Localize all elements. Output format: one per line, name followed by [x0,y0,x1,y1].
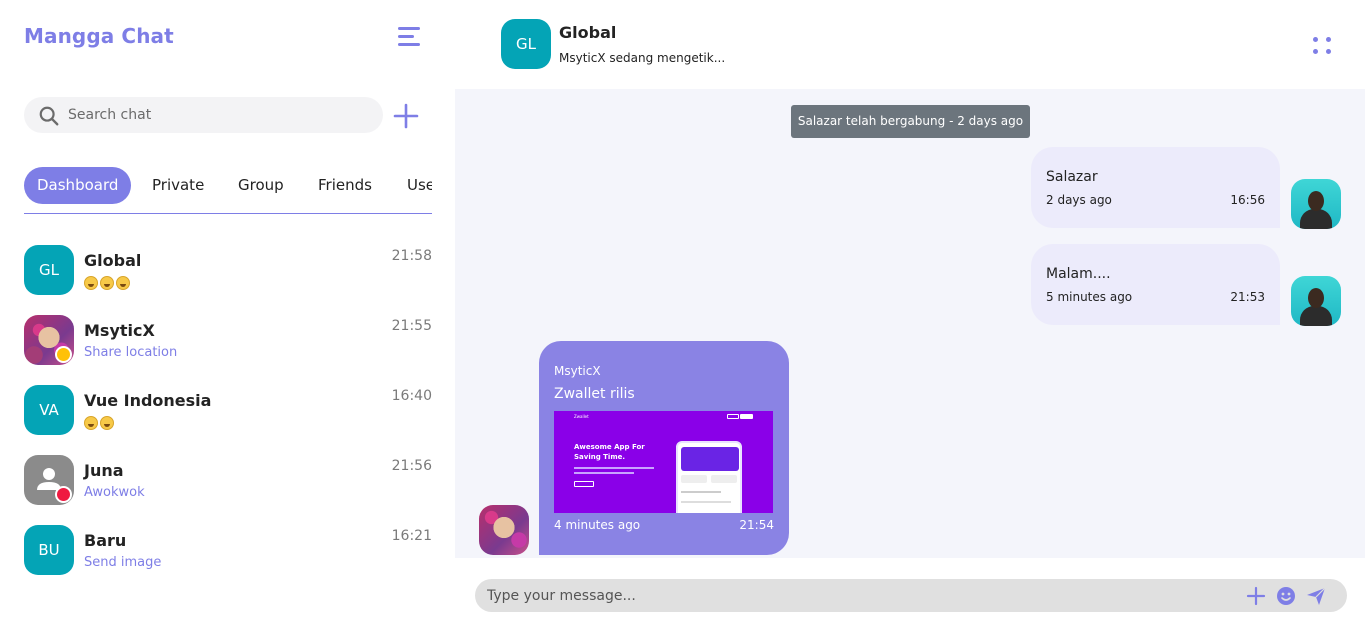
chat-name: Baru [84,531,127,550]
message-area[interactable]: Salazar telah bergabung - 2 days ago Sal… [455,89,1365,558]
avatar: VA [24,385,74,435]
chat-header: GL Global MsyticX sedang mengetik... [455,0,1365,89]
tab-group[interactable]: Group [238,167,284,204]
system-message: Salazar telah bergabung - 2 days ago [791,105,1030,138]
message-time: 16:56 [1230,193,1265,207]
chat-name: MsyticX [84,321,155,340]
chat-preview: Awokwok [84,485,145,500]
send-icon[interactable] [1305,585,1327,607]
chat-title: Global [559,23,617,42]
chat-item-vue-indonesia[interactable]: VA Vue Indonesia 16:40 [24,385,432,437]
tab-private[interactable]: Private [152,167,204,204]
chat-panel: GL Global MsyticX sedang mengetik... Sal… [455,0,1365,632]
message-image[interactable]: Zwallet Awesome App For Saving Time. [554,411,773,513]
message-text: Malam.... [1046,266,1111,282]
message-ago: 4 minutes ago [554,518,641,532]
chat-preview: Send image [84,555,162,570]
chat-time: 21:55 [391,318,432,334]
grin-emoji-icon [84,275,98,290]
chat-preview [84,415,116,430]
grin-emoji-icon [100,415,114,430]
message-bubble-outgoing[interactable]: Salazar 2 days ago 16:56 [1031,147,1280,228]
chat-time: 21:56 [391,458,432,474]
typing-status: MsyticX sedang mengetik... [559,51,726,65]
search-input[interactable] [68,97,368,133]
status-dot [55,346,72,363]
chat-item-baru[interactable]: BU Baru Send image 16:21 [24,525,432,577]
menu-icon[interactable] [398,25,424,49]
image-headline: Awesome App For [574,443,645,451]
emoji-icon[interactable] [1275,585,1297,607]
plus-icon[interactable] [1245,585,1267,607]
chat-name: Global [84,251,142,270]
message-text: Zwallet rilis [554,386,635,402]
message-bubble-incoming[interactable]: MsyticX Zwallet rilis Zwallet Awesome Ap… [539,341,789,555]
chat-preview: Share location [84,345,178,360]
tab-users[interactable]: Users [407,167,432,204]
image-brand: Zwallet [574,414,589,419]
chat-name: Juna [84,461,124,480]
chat-time: 16:40 [391,388,432,404]
avatar: BU [24,525,74,575]
grin-emoji-icon [84,415,98,430]
message-time: 21:53 [1230,290,1265,304]
search-bar [24,97,383,133]
grin-emoji-icon [100,275,114,290]
chat-item-global[interactable]: GL Global 21:58 [24,245,432,297]
chat-item-juna[interactable]: Juna Awokwok 21:56 [24,455,432,507]
avatar [479,505,529,555]
tab-dashboard[interactable]: Dashboard [24,167,132,204]
chat-tabs: Dashboard Private Group Friends Users [24,167,432,214]
avatar[interactable]: GL [501,19,551,69]
chat-item-msyticx[interactable]: MsyticX Share location 21:55 [24,315,432,367]
search-icon [39,106,59,126]
chat-name: Vue Indonesia [84,391,212,410]
chat-preview [84,275,132,290]
avatar [1291,179,1341,229]
tab-friends[interactable]: Friends [318,167,372,204]
app-title: Mangga Chat [24,24,174,48]
message-sender: MsyticX [554,364,601,378]
sidebar: Mangga Chat Dashboard Private Group Frie… [0,0,455,632]
message-bubble-outgoing[interactable]: Malam.... 5 minutes ago 21:53 [1031,244,1280,325]
message-text: Salazar [1046,169,1098,185]
avatar: GL [24,245,74,295]
status-dot [55,486,72,503]
message-composer [475,579,1347,612]
message-time: 21:54 [739,518,774,532]
image-headline: Saving Time. [574,453,626,461]
chat-time: 16:21 [391,528,432,544]
add-chat-icon[interactable] [392,102,420,130]
message-ago: 2 days ago [1046,193,1112,207]
chat-time: 21:58 [391,248,432,264]
avatar [1291,276,1341,326]
more-options-icon[interactable] [1311,34,1335,58]
message-input[interactable] [487,579,1227,612]
grin-emoji-icon [116,275,130,290]
message-ago: 5 minutes ago [1046,290,1133,304]
